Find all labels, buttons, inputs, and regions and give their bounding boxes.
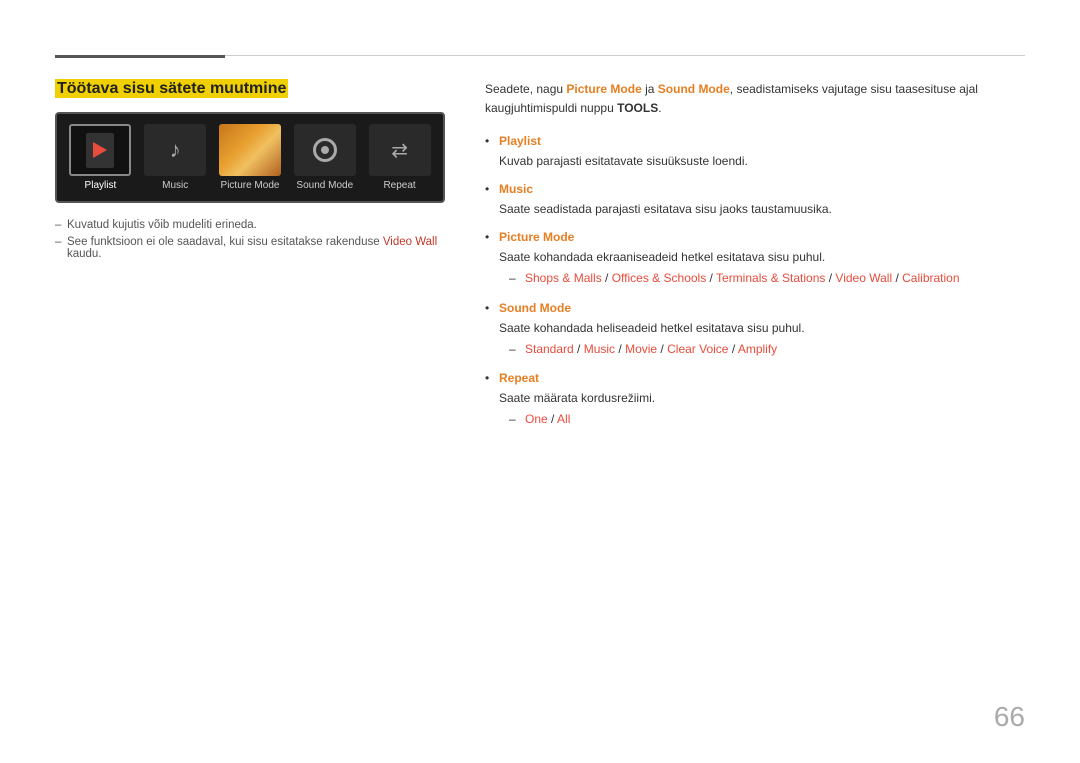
bullet-heading-picture-mode: Picture Mode — [499, 228, 1025, 246]
sep7: / — [657, 342, 667, 356]
intro-term-sound-mode: Sound Mode — [658, 82, 730, 96]
sep1: / — [602, 271, 612, 285]
note-2-text-before: See funktsioon ei ole saadaval, kui sisu… — [67, 236, 383, 248]
sep3: / — [825, 271, 835, 285]
music-icon-box: ♪ — [144, 124, 206, 176]
sound-mode-label: Sound Mode — [296, 180, 353, 191]
repeat-label: Repeat — [383, 180, 415, 191]
bullet-repeat: Repeat Saate määrata kordusrežiimi. One … — [485, 369, 1025, 429]
sub-clear-voice: Clear Voice — [667, 342, 728, 356]
sub-amplify: Amplify — [738, 342, 777, 356]
picture-mode-sub-item: Shops & Malls / Offices & Schools / Term… — [509, 269, 1025, 288]
bullet-list: Playlist Kuvab parajasti esitatavate sis… — [485, 132, 1025, 429]
sub-all: All — [557, 412, 570, 426]
sub-music: Music — [584, 342, 615, 356]
bullet-heading-playlist: Playlist — [499, 132, 1025, 150]
sep6: / — [615, 342, 625, 356]
repeat-icon: ⇄ — [391, 138, 408, 163]
sub-video-wall: Video Wall — [835, 271, 892, 285]
sep9: / — [548, 412, 557, 426]
sep4: / — [892, 271, 902, 285]
bullet-heading-music: Music — [499, 180, 1025, 198]
note-item-2: See funktsioon ei ole saadaval, kui sisu… — [55, 236, 445, 260]
picture-thumb — [219, 124, 281, 176]
play-triangle — [93, 142, 107, 158]
sub-calibration: Calibration — [902, 271, 959, 285]
left-column: Töötava sisu sätete muutmine Playlist ♪ — [55, 80, 445, 439]
playlist-icon-box — [69, 124, 131, 176]
intro-between: ja — [642, 82, 658, 96]
intro-period: . — [658, 101, 661, 115]
picture-mode-sub-list: Shops & Malls / Offices & Schools / Term… — [499, 269, 1025, 288]
bullet-music: Music Saate seadistada parajasti esitata… — [485, 180, 1025, 218]
sub-movie: Movie — [625, 342, 657, 356]
playlist-icon — [86, 133, 114, 168]
media-item-music: ♪ Music — [142, 124, 209, 191]
sub-offices-schools: Offices & Schools — [612, 271, 707, 285]
bullet-desc-repeat: Saate määrata kordusrežiimi. — [499, 389, 1025, 407]
media-player: Playlist ♪ Music Picture Mode — [55, 112, 445, 203]
section-title: Töötava sisu sätete muutmine — [55, 79, 288, 98]
bullet-desc-music: Saate seadistada parajasti esitatava sis… — [499, 200, 1025, 218]
note-item-1: Kuvatud kujutis võib mudeliti erineda. — [55, 219, 445, 231]
intro-text: Seadete, nagu Picture Mode ja Sound Mode… — [485, 80, 1025, 118]
sep5: / — [574, 342, 584, 356]
sub-terminals: Terminals & Stations — [716, 271, 825, 285]
media-item-sound-mode: Sound Mode — [291, 124, 358, 191]
picture-mode-icon-box — [219, 124, 281, 176]
bullet-heading-repeat: Repeat — [499, 369, 1025, 387]
intro-before-1: Seadete, nagu — [485, 82, 566, 96]
sep2: / — [706, 271, 716, 285]
media-item-repeat: ⇄ Repeat — [366, 124, 433, 191]
repeat-sub-item: One / All — [509, 410, 1025, 429]
bullet-desc-playlist: Kuvab parajasti esitatavate sisuüksuste … — [499, 152, 1025, 170]
bullet-heading-sound-mode: Sound Mode — [499, 299, 1025, 317]
sound-mode-icon — [313, 138, 337, 162]
repeat-icon-box: ⇄ — [369, 124, 431, 176]
bullet-picture-mode: Picture Mode Saate kohandada ekraanisead… — [485, 228, 1025, 288]
media-item-playlist: Playlist — [67, 124, 134, 191]
page-number: 66 — [994, 701, 1025, 733]
sound-mode-icon-box — [294, 124, 356, 176]
sep8: / — [728, 342, 737, 356]
sound-inner-dot — [321, 146, 329, 154]
picture-mode-label: Picture Mode — [221, 180, 280, 191]
sound-mode-sub-list: Standard / Music / Movie / Clear Voice /… — [499, 340, 1025, 359]
sub-shops-malls: Shops & Malls — [525, 271, 602, 285]
media-item-picture-mode: Picture Mode — [217, 124, 284, 191]
intro-term-picture-mode: Picture Mode — [566, 82, 641, 96]
note-1-text: Kuvatud kujutis võib mudeliti erineda. — [67, 219, 257, 231]
bullet-desc-sound-mode: Saate kohandada heliseadeid hetkel esita… — [499, 319, 1025, 337]
repeat-sub-list: One / All — [499, 410, 1025, 429]
sub-standard: Standard — [525, 342, 574, 356]
right-column: Seadete, nagu Picture Mode ja Sound Mode… — [485, 80, 1025, 439]
sub-one: One — [525, 412, 548, 426]
playlist-label: Playlist — [85, 180, 117, 191]
note-2-text-after: kaudu. — [67, 248, 102, 260]
bullet-playlist: Playlist Kuvab parajasti esitatavate sis… — [485, 132, 1025, 170]
sound-mode-sub-item: Standard / Music / Movie / Clear Voice /… — [509, 340, 1025, 359]
music-icon: ♪ — [170, 137, 181, 163]
music-label: Music — [162, 180, 188, 191]
intro-term-tools: TOOLS — [617, 101, 658, 115]
bullet-desc-picture-mode: Saate kohandada ekraaniseadeid hetkel es… — [499, 248, 1025, 266]
notes-section: Kuvatud kujutis võib mudeliti erineda. S… — [55, 219, 445, 260]
bullet-sound-mode: Sound Mode Saate kohandada heliseadeid h… — [485, 299, 1025, 359]
note-2-link: Video Wall — [383, 236, 437, 248]
